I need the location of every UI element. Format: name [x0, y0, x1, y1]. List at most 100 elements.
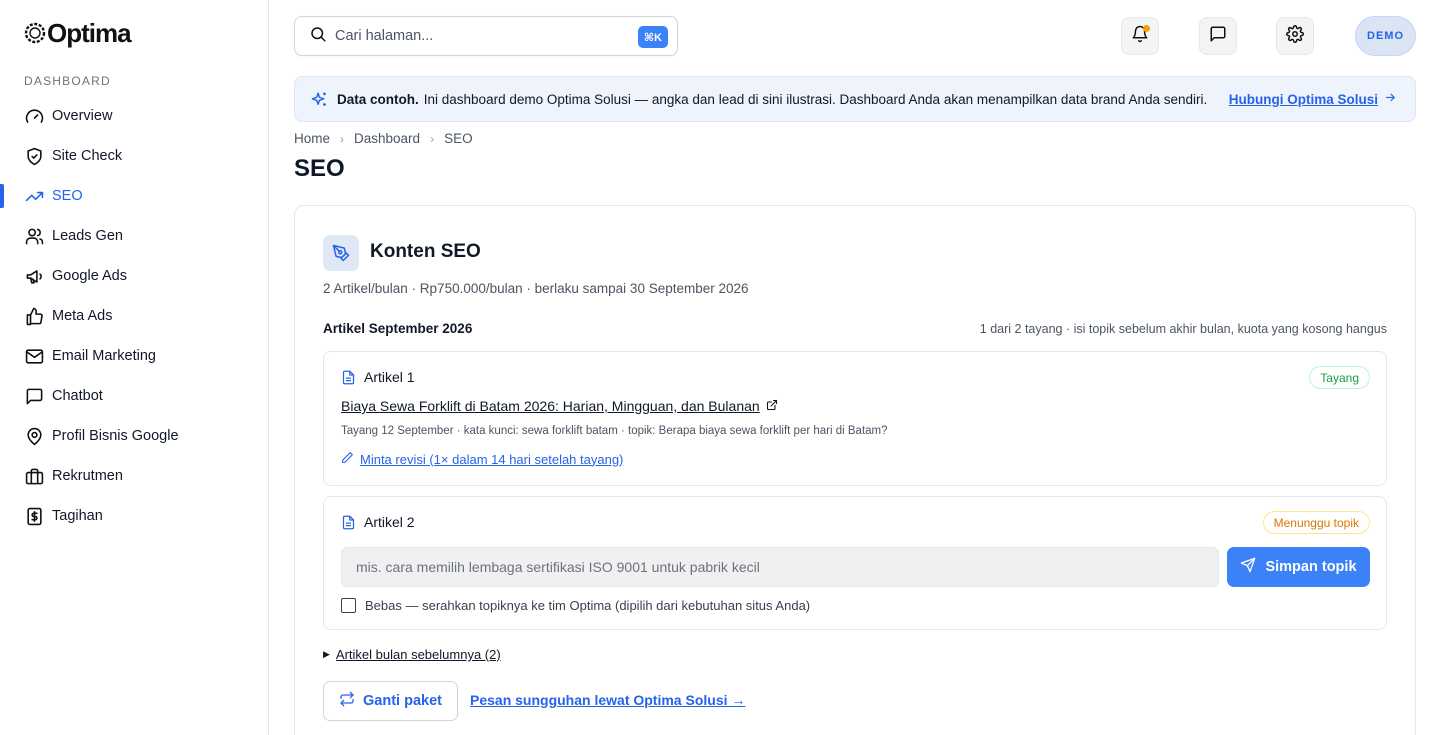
file-text-icon	[341, 515, 356, 530]
thumbs-up-icon	[24, 306, 44, 326]
demo-banner: Data contoh. Ini dashboard demo Optima S…	[294, 76, 1416, 122]
sidebar-item-label: Leads Gen	[52, 228, 123, 244]
free-topic-option[interactable]: Bebas — serahkan topiknya ke tim Optima …	[341, 598, 810, 613]
topic-input[interactable]	[341, 547, 1219, 587]
notification-dot	[1143, 25, 1150, 32]
sidebar-item-chatbot[interactable]: Chatbot	[0, 376, 268, 416]
order-real-link[interactable]: Pesan sungguhan lewat Optima Solusi →	[470, 692, 745, 708]
chevron-right-icon: ›	[430, 131, 435, 146]
article-header: Artikel 1	[341, 369, 415, 385]
change-plan-label: Ganti paket	[363, 693, 442, 709]
status-badge: Menunggu topik	[1262, 511, 1370, 534]
sidebar-item-label: Tagihan	[52, 508, 103, 524]
request-revision-link[interactable]: Minta revisi (1× dalam 14 hari setelah t…	[341, 451, 623, 467]
banner-link-label: Hubungi Optima Solusi	[1228, 91, 1378, 107]
sidebar-item-seo[interactable]: SEO	[0, 176, 268, 216]
breadcrumb-dashboard[interactable]: Dashboard	[354, 131, 420, 146]
settings-button[interactable]	[1276, 17, 1314, 55]
sidebar-item-tagihan[interactable]: Tagihan	[0, 496, 268, 536]
seo-content-card: Konten SEO 2 Artikel/bulan · Rp750.000/b…	[294, 205, 1416, 735]
briefcase-icon	[24, 466, 44, 486]
sidebar-item-label: Meta Ads	[52, 308, 113, 324]
avatar[interactable]: DEMO	[1355, 16, 1416, 56]
logo-text: Optima	[47, 17, 132, 48]
message-square-icon	[1209, 25, 1227, 48]
banner-bold-text: Data contoh.	[337, 91, 419, 107]
sidebar-section-label: DASHBOARD	[24, 74, 111, 88]
status-badge: Tayang	[1309, 366, 1370, 389]
send-icon	[1240, 557, 1256, 577]
sidebar-item-label: Overview	[52, 108, 113, 124]
repeat-icon	[339, 691, 355, 711]
users-icon	[24, 226, 44, 246]
pen-tool-icon	[323, 235, 359, 271]
sidebar-item-label: Google Ads	[52, 268, 127, 284]
gauge-icon	[24, 106, 44, 126]
mail-icon	[24, 346, 44, 366]
notifications-button[interactable]	[1121, 17, 1159, 55]
optima-logo-icon	[24, 22, 46, 44]
sidebar-item-label: Site Check	[52, 148, 123, 164]
sidebar-item-rekrutmen[interactable]: Rekrutmen	[0, 456, 268, 496]
card-title: Konten SEO	[370, 241, 481, 262]
month-quota-info: 1 dari 2 tayang · isi topik sebelum akhi…	[979, 322, 1387, 336]
previous-articles-label: Artikel bulan sebelumnya (2)	[335, 647, 501, 662]
article-meta: Tayang 12 September · kata kunci: sewa f…	[341, 425, 888, 437]
search-icon	[309, 25, 327, 48]
external-link-icon	[766, 398, 778, 414]
breadcrumb-current: SEO	[444, 131, 473, 146]
breadcrumb-home[interactable]: Home	[294, 131, 330, 146]
search-shortcut-badge: ⌘K	[637, 26, 668, 48]
revision-label: Minta revisi (1× dalam 14 hari setelah t…	[360, 451, 624, 467]
article-card-2: Artikel 2 Menunggu topik Simpan topik Be…	[323, 496, 1387, 630]
sparkles-icon	[311, 91, 328, 108]
sidebar-item-leads-gen[interactable]: Leads Gen	[0, 216, 268, 256]
megaphone-icon	[24, 266, 44, 286]
article-title-link[interactable]: Biaya Sewa Forklift di Batam 2026: Haria…	[341, 398, 778, 414]
article-card-1: Artikel 1 Tayang Biaya Sewa Forklift di …	[323, 351, 1387, 486]
sidebar-item-google-ads[interactable]: Google Ads	[0, 256, 268, 296]
trending-up-icon	[24, 186, 44, 206]
pencil-icon	[341, 451, 354, 467]
sidebar-item-label: SEO	[52, 188, 83, 204]
save-topic-label: Simpan topik	[1265, 559, 1357, 575]
month-title: Artikel September 2026	[323, 321, 473, 336]
search-input[interactable]	[335, 28, 625, 44]
sidebar: Optima DASHBOARD Overview Site Check SEO…	[0, 0, 269, 735]
messages-button[interactable]	[1199, 17, 1237, 55]
sidebar-nav: Overview Site Check SEO Leads Gen Google…	[0, 96, 268, 536]
receipt-dollar-icon	[24, 506, 44, 526]
previous-articles-toggle[interactable]: ▶ Artikel bulan sebelumnya (2)	[323, 647, 501, 662]
arrow-right-icon	[1384, 91, 1397, 107]
sidebar-item-meta-ads[interactable]: Meta Ads	[0, 296, 268, 336]
search-box[interactable]: ⌘K	[294, 16, 678, 56]
free-topic-label: Bebas — serahkan topiknya ke tim Optima …	[365, 598, 811, 613]
article-header: Artikel 2	[341, 514, 415, 530]
logo[interactable]: Optima	[24, 17, 132, 48]
sidebar-item-label: Email Marketing	[52, 348, 156, 364]
sidebar-item-label: Chatbot	[52, 388, 103, 404]
sidebar-item-email-marketing[interactable]: Email Marketing	[0, 336, 268, 376]
article-label: Artikel 1	[364, 369, 415, 385]
contact-optima-link[interactable]: Hubungi Optima Solusi	[1229, 91, 1397, 107]
save-topic-button[interactable]: Simpan topik	[1227, 547, 1370, 587]
gear-icon	[1286, 24, 1304, 48]
triangle-right-icon: ▶	[323, 649, 330, 659]
message-square-icon	[24, 386, 44, 406]
article-label: Artikel 2	[364, 514, 415, 530]
map-pin-icon	[24, 426, 44, 446]
sidebar-item-profil-bisnis-google[interactable]: Profil Bisnis Google	[0, 416, 268, 456]
banner-text: Ini dashboard demo Optima Solusi — angka…	[423, 91, 1208, 107]
free-topic-checkbox[interactable]	[341, 598, 356, 613]
article-title: Biaya Sewa Forklift di Batam 2026: Haria…	[341, 398, 760, 414]
change-plan-button[interactable]: Ganti paket	[323, 681, 458, 721]
sidebar-item-overview[interactable]: Overview	[0, 96, 268, 136]
breadcrumb: Home › Dashboard › SEO	[294, 131, 473, 146]
shield-check-icon	[24, 146, 44, 166]
chevron-right-icon: ›	[340, 131, 345, 146]
sidebar-item-label: Rekrutmen	[52, 468, 123, 484]
plan-summary: 2 Artikel/bulan · Rp750.000/bulan · berl…	[323, 281, 749, 296]
page-title: SEO	[294, 155, 345, 182]
file-text-icon	[341, 370, 356, 385]
sidebar-item-site-check[interactable]: Site Check	[0, 136, 268, 176]
